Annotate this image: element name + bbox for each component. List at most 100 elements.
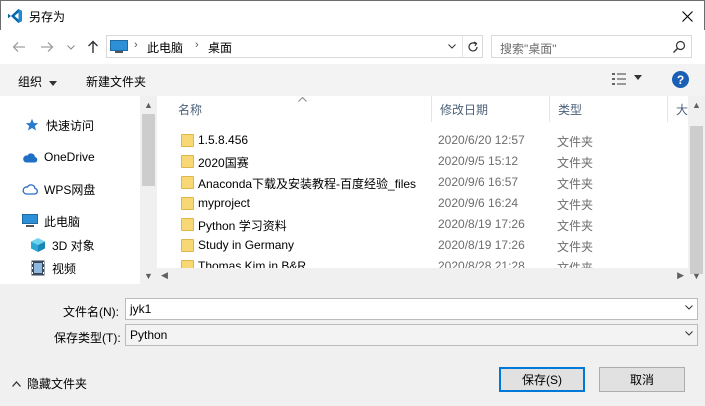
column-header-name[interactable]: 名称 <box>170 96 432 122</box>
organize-label: 组织 <box>18 75 43 89</box>
help-icon[interactable]: ? <box>672 71 689 88</box>
address-dropdown-button[interactable] <box>442 36 462 57</box>
file-type: 文件夹 <box>557 198 594 212</box>
file-type: 文件夹 <box>557 177 594 191</box>
scroll-right-icon[interactable]: ▶ <box>677 270 684 281</box>
file-date: 2020/8/19 17:26 <box>438 217 525 231</box>
sidebar-scrollbar[interactable]: ▲ ▼ <box>140 96 157 284</box>
hide-folders-toggle[interactable]: 隐藏文件夹 <box>12 375 87 392</box>
breadcrumb-this-pc[interactable]: 此电脑 <box>147 39 183 56</box>
forward-button[interactable] <box>38 38 56 56</box>
breadcrumb-separator: › <box>134 39 138 51</box>
column-date-label: 修改日期 <box>440 102 489 117</box>
chevron-down-icon <box>67 44 75 50</box>
file-date: 2020/8/19 17:26 <box>438 238 525 252</box>
breadcrumb-desktop[interactable]: 桌面 <box>208 39 232 56</box>
column-type-label: 类型 <box>558 102 583 117</box>
new-folder-button[interactable]: 新建文件夹 <box>86 73 146 90</box>
sidebar-item-quick-access[interactable]: 快速访问 <box>24 115 94 135</box>
view-dropdown-button[interactable] <box>634 72 642 82</box>
organize-menu[interactable]: 组织 <box>18 73 58 90</box>
scroll-down-icon[interactable]: ▼ <box>688 267 705 284</box>
column-name-label: 名称 <box>178 102 203 117</box>
column-header-type[interactable]: 类型 <box>550 96 668 122</box>
file-type: 文件夹 <box>557 240 594 254</box>
save-button[interactable]: 保存(S) <box>499 367 585 392</box>
refresh-button[interactable] <box>462 36 482 57</box>
chevron-down-icon <box>685 328 693 338</box>
search-icon[interactable] <box>671 39 687 55</box>
refresh-icon <box>467 40 478 51</box>
folder-icon <box>181 197 194 210</box>
list-item[interactable]: Python 学习资料 2020/8/19 17:26 文件夹 <box>160 214 688 235</box>
file-name: Anaconda下载及安装教程-百度经验_files <box>198 177 417 191</box>
file-date: 2020/9/6 16:24 <box>438 196 519 210</box>
title-bar: 另存为 <box>0 0 705 30</box>
file-name: 1.5.8.456 <box>198 133 249 147</box>
list-item[interactable]: Anaconda下载及安装教程-百度经验_files 2020/9/6 16:5… <box>160 172 688 193</box>
sidebar-item-this-pc[interactable]: 此电脑 <box>22 211 80 231</box>
video-icon <box>30 260 46 276</box>
file-list-scrollbar[interactable]: ▲ ▼ <box>688 96 705 284</box>
file-name: Python 学习资料 <box>198 219 287 233</box>
filename-label: 文件名(N): <box>63 305 119 319</box>
chevron-down-icon <box>634 75 642 80</box>
list-item[interactable]: myproject 2020/9/6 16:24 文件夹 <box>160 193 688 214</box>
sidebar-item-onedrive[interactable]: OneDrive <box>22 147 95 167</box>
file-type: 文件夹 <box>557 219 594 233</box>
chevron-down-icon <box>448 44 456 49</box>
sidebar-item-3d-objects[interactable]: 3D 对象 <box>30 235 95 255</box>
file-list: 名称 修改日期 类型 大 1.5.8.456 2020/6/20 12:57 文… <box>160 96 688 284</box>
wps-cloud-icon <box>22 181 38 197</box>
recent-locations-button[interactable] <box>62 38 80 56</box>
hide-folders-label: 隐藏文件夹 <box>27 377 88 391</box>
forward-arrow-icon <box>41 42 54 52</box>
window-title: 另存为 <box>29 10 66 24</box>
folder-icon <box>181 176 194 189</box>
up-button[interactable] <box>84 38 102 56</box>
cube-icon <box>30 237 46 253</box>
sidebar-item-wps-cloud[interactable]: WPS网盘 <box>22 179 95 199</box>
scroll-down-icon[interactable]: ▼ <box>140 267 157 284</box>
breadcrumb-separator: › <box>195 39 199 51</box>
column-header-date[interactable]: 修改日期 <box>432 96 550 122</box>
scroll-left-icon[interactable]: ◀ <box>161 270 168 281</box>
chevron-up-icon <box>12 380 21 387</box>
search-box[interactable]: 搜索"桌面" <box>491 35 692 58</box>
chevron-down-icon[interactable] <box>685 302 693 312</box>
up-arrow-icon <box>88 40 98 53</box>
chevron-down-icon <box>49 81 58 86</box>
list-item[interactable]: Study in Germany 2020/8/19 17:26 文件夹 <box>160 235 688 256</box>
folder-icon <box>181 134 194 147</box>
sidebar-item-label: OneDrive <box>44 150 95 164</box>
list-item[interactable]: 2020国赛 2020/9/5 15:12 文件夹 <box>160 151 688 172</box>
filetype-select[interactable]: Python <box>125 324 698 346</box>
cancel-button[interactable]: 取消 <box>599 367 685 392</box>
view-options-icon[interactable] <box>612 73 626 85</box>
close-button[interactable] <box>670 1 704 31</box>
address-bar[interactable]: › 此电脑 › 桌面 <box>106 35 483 58</box>
sidebar-item-label: 3D 对象 <box>52 238 95 253</box>
column-header-size[interactable]: 大 <box>668 96 688 122</box>
close-icon <box>681 10 693 22</box>
file-name: Study in Germany <box>198 238 295 252</box>
file-type: 文件夹 <box>557 156 594 170</box>
horizontal-scrollbar[interactable]: ◀ ▶ <box>157 268 688 284</box>
sidebar-item-label: WPS网盘 <box>44 182 96 197</box>
navigation-pane: 快速访问 OneDrive WPS网盘 此电脑 3D 对象 视频 <box>0 96 157 284</box>
sidebar-item-videos[interactable]: 视频 <box>30 258 76 278</box>
sidebar-item-label: 快速访问 <box>46 118 95 133</box>
folder-icon <box>181 239 194 252</box>
computer-icon <box>110 40 128 53</box>
filename-value: jyk1 <box>130 302 152 316</box>
scroll-up-icon[interactable]: ▲ <box>688 96 705 113</box>
scroll-up-icon[interactable]: ▲ <box>140 96 157 113</box>
back-button[interactable] <box>10 38 28 56</box>
column-size-label: 大 <box>676 102 688 117</box>
star-icon <box>24 117 40 133</box>
filename-field[interactable]: jyk1 <box>125 298 698 320</box>
file-date: 2020/6/20 12:57 <box>438 133 525 147</box>
scrollbar-thumb[interactable] <box>142 114 155 186</box>
scrollbar-thumb[interactable] <box>690 126 703 274</box>
list-item[interactable]: 1.5.8.456 2020/6/20 12:57 文件夹 <box>160 130 688 151</box>
